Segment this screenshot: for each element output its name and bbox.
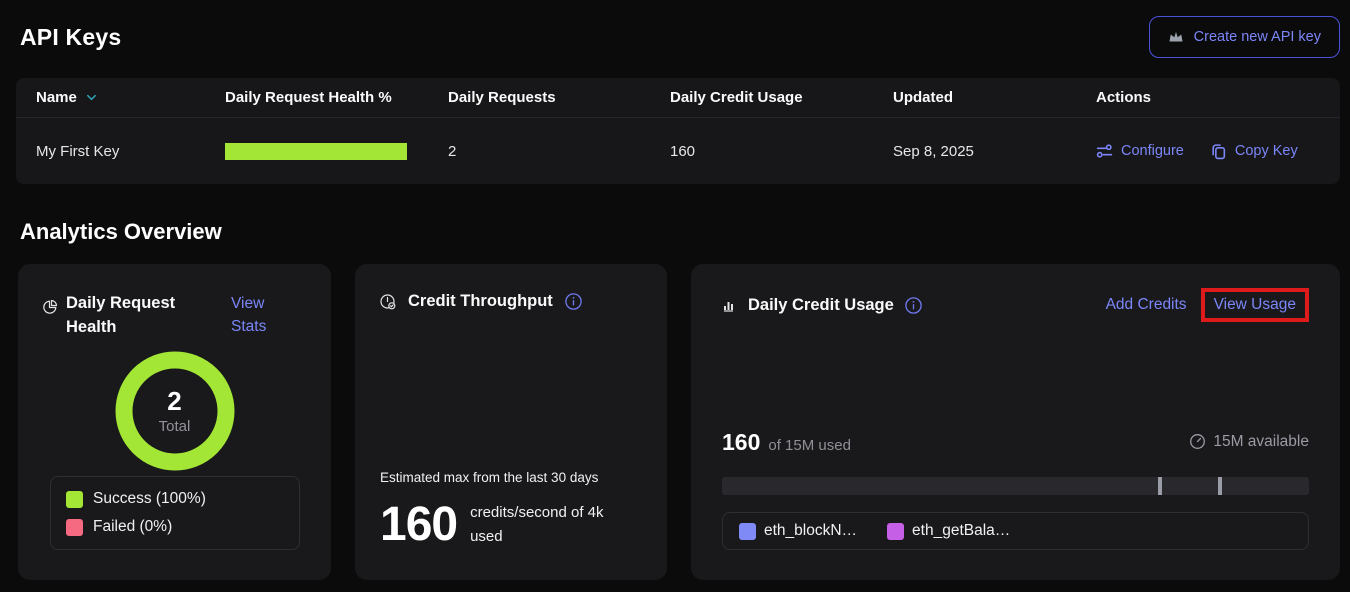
copy-key-label: Copy Key [1235, 143, 1298, 159]
column-header-updated: Updated [893, 89, 1096, 106]
column-header-name[interactable]: Name [36, 89, 225, 106]
legend-item-eth-getbalance: eth_getBala… [887, 522, 1010, 540]
column-header-credit-usage: Daily Credit Usage [670, 89, 893, 106]
usage-used-suffix: of 15M used [768, 437, 851, 454]
copy-icon [1210, 143, 1227, 160]
throughput-value: 160 [380, 497, 457, 552]
throughput-unit: credits/second of 4k used [470, 501, 603, 548]
view-stats-link[interactable]: View Stats [231, 292, 283, 340]
gauge-icon [379, 293, 397, 311]
usage-links-group: Add Credits View Usage [1106, 288, 1309, 322]
donut-center: 2 Total [115, 351, 235, 471]
health-card-title: Daily Request Health [66, 292, 208, 340]
legend-item-eth-blocknumber: eth_blockN… [739, 522, 857, 540]
health-donut-chart: 2 Total [115, 351, 235, 471]
throughput-card-title: Credit Throughput [408, 292, 553, 311]
eth-blocknumber-label: eth_blockN… [764, 522, 857, 540]
donut-total-value: 2 [167, 387, 181, 416]
create-api-key-button[interactable]: Create new API key [1149, 16, 1340, 58]
api-keys-table: Name Daily Request Health % Daily Reques… [16, 78, 1340, 184]
column-name-label: Name [36, 89, 77, 106]
progress-tick [1158, 477, 1162, 495]
pie-chart-icon [42, 299, 58, 340]
crown-icon [1168, 29, 1184, 45]
column-header-requests: Daily Requests [448, 89, 670, 106]
top-bar: API Keys Create new API key [20, 16, 1340, 58]
column-header-health: Daily Request Health % [225, 89, 448, 106]
copy-key-link[interactable]: Copy Key [1210, 143, 1298, 160]
column-header-actions: Actions [1096, 89, 1320, 106]
updated-value: Sep 8, 2025 [893, 143, 1096, 160]
daily-credit-usage-value: 160 [670, 143, 893, 160]
configure-label: Configure [1121, 143, 1184, 159]
throughput-stats: Estimated max from the last 30 days 160 … [380, 470, 649, 552]
usage-stats-row: 160 of 15M used 15M available [722, 429, 1309, 456]
dashboard-page: API Keys Create new API key Name Daily R… [0, 0, 1350, 592]
configure-link[interactable]: Configure [1096, 143, 1184, 160]
success-label: Success (100%) [93, 490, 206, 508]
usage-title-group: Daily Credit Usage [722, 296, 923, 315]
table-header-row: Name Daily Request Health % Daily Reques… [16, 78, 1340, 118]
analytics-cards: Daily Request Health View Stats 2 Total … [18, 264, 1340, 580]
api-key-name: My First Key [36, 143, 225, 160]
throughput-unit-line1: credits/second of 4k [470, 501, 603, 524]
usage-used-value: 160 [722, 429, 760, 456]
legend-item-success: Success (100%) [66, 490, 284, 508]
usage-progress-bar [722, 477, 1309, 495]
bar-chart-icon [722, 297, 738, 313]
meter-icon [1189, 433, 1206, 450]
usage-card-title: Daily Credit Usage [748, 296, 894, 315]
eth-getbalance-label: eth_getBala… [912, 522, 1010, 540]
throughput-card-header: Credit Throughput [355, 264, 667, 311]
failed-label: Failed (0%) [93, 518, 172, 536]
page-title: API Keys [20, 24, 121, 51]
daily-credit-usage-card: Daily Credit Usage Add Credits View Usag… [691, 264, 1340, 580]
create-api-key-label: Create new API key [1194, 29, 1321, 45]
usage-available: 15M available [1189, 433, 1309, 451]
donut-total-label: Total [159, 418, 191, 435]
add-credits-link[interactable]: Add Credits [1106, 296, 1187, 314]
sort-desc-icon[interactable] [85, 91, 98, 104]
legend-item-failed: Failed (0%) [66, 518, 284, 536]
success-swatch [66, 491, 83, 508]
sliders-icon [1096, 143, 1113, 160]
eth-getbalance-swatch [887, 523, 904, 540]
analytics-overview-title: Analytics Overview [20, 219, 222, 245]
health-bar [225, 143, 407, 160]
credit-throughput-card: Credit Throughput Estimated max from the… [355, 264, 667, 580]
daily-requests-value: 2 [448, 143, 670, 160]
usage-stats-block: 160 of 15M used 15M available [722, 429, 1309, 550]
info-icon[interactable] [564, 292, 583, 311]
info-icon[interactable] [904, 296, 923, 315]
usage-available-label: 15M available [1213, 433, 1309, 451]
usage-card-header: Daily Credit Usage Add Credits View Usag… [691, 264, 1340, 322]
throughput-subtitle: Estimated max from the last 30 days [380, 470, 649, 485]
usage-legend: eth_blockN… eth_getBala… [722, 512, 1309, 550]
eth-blocknumber-swatch [739, 523, 756, 540]
progress-tick [1218, 477, 1222, 495]
throughput-unit-line2: used [470, 525, 603, 548]
view-usage-link[interactable]: View Usage [1214, 296, 1296, 313]
red-annotation-box: View Usage [1201, 288, 1309, 322]
health-legend: Success (100%) Failed (0%) [50, 476, 300, 550]
table-row: My First Key 2 160 Sep 8, 2025 Configure… [16, 118, 1340, 184]
actions-cell: Configure Copy Key [1096, 143, 1320, 160]
health-card-header: Daily Request Health View Stats [18, 264, 331, 340]
throughput-value-row: 160 credits/second of 4k used [380, 497, 649, 552]
daily-request-health-card: Daily Request Health View Stats 2 Total … [18, 264, 331, 580]
failed-swatch [66, 519, 83, 536]
health-bar-cell [225, 143, 448, 160]
